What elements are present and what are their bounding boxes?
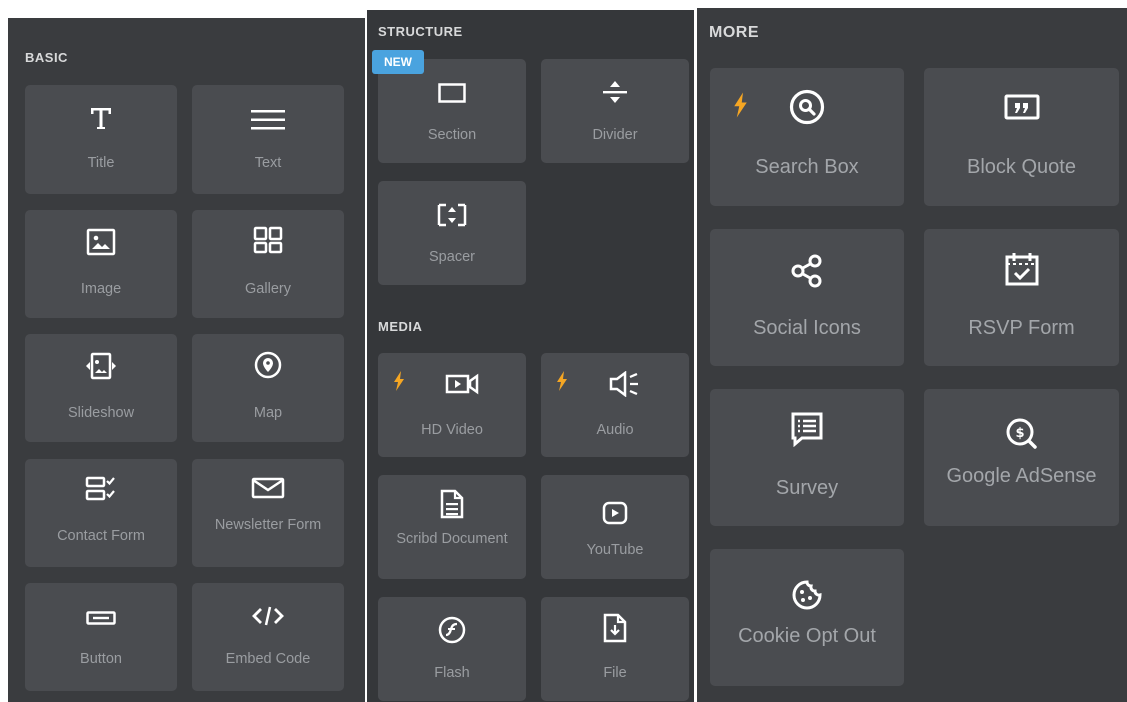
file-download-icon [541, 613, 689, 643]
element-scribd-document[interactable]: Scribd Document [378, 475, 526, 579]
element-label: Social Icons [753, 317, 861, 339]
new-badge: NEW [372, 50, 424, 74]
element-text[interactable]: Text [192, 85, 344, 194]
element-newsletter-form[interactable]: Newsletter Form [192, 459, 344, 567]
element-label: Spacer [429, 249, 475, 265]
element-label: Cookie Opt Out [738, 625, 876, 647]
document-icon [378, 489, 526, 519]
element-image[interactable]: Image [25, 210, 177, 318]
element-label: Divider [592, 127, 638, 143]
speaker-icon [561, 371, 689, 397]
share-icon [710, 253, 904, 289]
element-rsvp-form[interactable]: RSVP Form [924, 229, 1119, 366]
structure-section-title: STRUCTURE [378, 24, 463, 39]
svg-text:$: $ [1015, 426, 1024, 441]
element-hd-video[interactable]: HD Video [378, 353, 526, 457]
element-flash[interactable]: Flash [378, 597, 526, 701]
element-label: Google AdSense [946, 465, 1097, 487]
element-label: Text [254, 155, 282, 171]
element-label: File [603, 665, 627, 681]
element-label: Title [87, 155, 115, 171]
element-label: HD Video [421, 422, 483, 438]
element-label: Section [427, 127, 477, 143]
envelope-icon [192, 477, 344, 499]
element-audio[interactable]: Audio [541, 353, 689, 457]
element-label: Survey [775, 477, 839, 499]
element-divider[interactable]: Divider [541, 59, 689, 163]
media-section-title: MEDIA [378, 319, 423, 334]
element-label: Image [80, 281, 122, 297]
element-block-quote[interactable]: Block Quote [924, 68, 1119, 206]
element-youtube[interactable]: YouTube [541, 475, 689, 579]
element-label: Block Quote [967, 156, 1076, 178]
element-social-icons[interactable]: Social Icons [710, 229, 904, 366]
adsense-icon: $ [924, 417, 1119, 451]
element-spacer[interactable]: Spacer [378, 181, 526, 285]
element-label: Flash [434, 665, 470, 681]
element-label: Search Box [755, 156, 859, 178]
element-survey[interactable]: Survey [710, 389, 904, 526]
element-label: Slideshow [67, 405, 135, 421]
element-label: RSVP Form [968, 317, 1075, 339]
element-label: Gallery [245, 281, 291, 297]
element-map[interactable]: Map [192, 334, 344, 442]
spacer-icon [378, 203, 526, 227]
section-icon [378, 83, 526, 103]
calendar-check-icon [924, 251, 1119, 287]
code-icon [192, 605, 344, 627]
element-embed-code[interactable]: Embed Code [192, 583, 344, 691]
element-label: Newsletter Form [214, 517, 322, 533]
element-label: Audio [596, 422, 634, 438]
element-label: Button [80, 651, 122, 667]
element-google-adsense[interactable]: $ Google AdSense [924, 389, 1119, 526]
element-button[interactable]: Button [25, 583, 177, 691]
element-section[interactable]: Section [378, 59, 526, 163]
element-cookie-opt-out[interactable]: Cookie Opt Out [710, 549, 904, 686]
more-section-title: MORE [709, 24, 759, 41]
slideshow-icon [25, 352, 177, 380]
text-icon [192, 109, 344, 131]
element-gallery[interactable]: Gallery [192, 210, 344, 318]
image-icon [25, 228, 177, 256]
element-label: YouTube [586, 542, 644, 558]
video-icon [398, 373, 526, 395]
gallery-icon [192, 226, 344, 256]
title-icon [25, 105, 177, 131]
element-label: Scribd Document [396, 531, 508, 547]
element-contact-form[interactable]: Contact Form [25, 459, 177, 567]
element-label: Embed Code [225, 651, 311, 667]
contact-form-icon [25, 475, 177, 503]
youtube-icon [541, 501, 689, 525]
quote-icon [924, 94, 1119, 122]
cookie-icon [710, 579, 904, 611]
map-pin-icon [192, 350, 344, 380]
element-label: Map [253, 405, 283, 421]
element-label: Contact Form [57, 528, 145, 544]
element-file[interactable]: File [541, 597, 689, 701]
chat-list-icon [710, 411, 904, 447]
divider-icon [541, 79, 689, 105]
button-icon [25, 611, 177, 625]
element-title[interactable]: Title [25, 85, 177, 194]
basic-section-title: BASIC [25, 50, 68, 65]
element-slideshow[interactable]: Slideshow [25, 334, 177, 442]
search-icon [710, 88, 904, 126]
element-search-box[interactable]: Search Box [710, 68, 904, 206]
flash-icon [378, 615, 526, 645]
